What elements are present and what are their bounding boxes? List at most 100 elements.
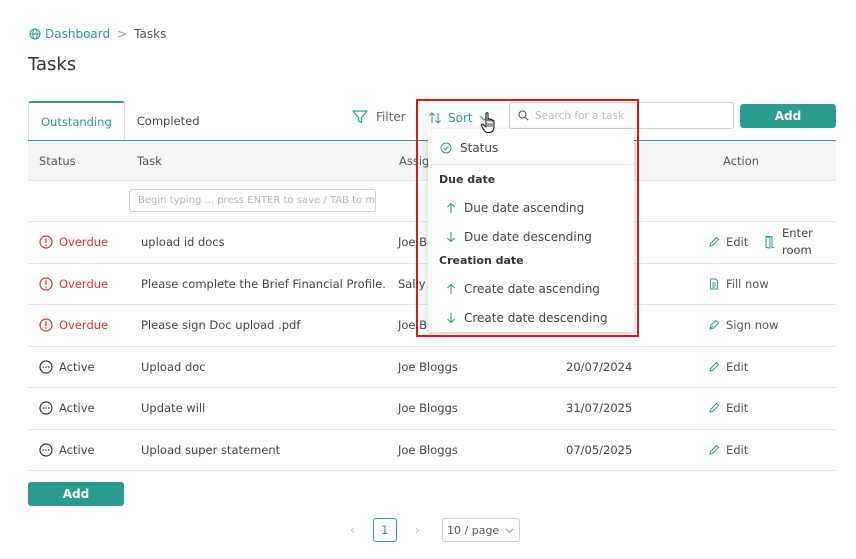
status-label: Active — [59, 401, 95, 416]
alert-circle-icon — [39, 318, 53, 332]
edit-action[interactable]: Edit — [708, 360, 748, 374]
filter-label: Filter — [376, 110, 406, 124]
enter-room-action[interactable]: Enter room — [764, 225, 813, 259]
tab-completed[interactable]: Completed — [125, 101, 212, 140]
arrow-down-icon — [447, 232, 455, 243]
pagination: ‹ 1 › 10 / page — [350, 518, 520, 542]
sort-option-create-desc[interactable]: Create date descending — [428, 305, 634, 331]
assignee: Joe Bloggs — [398, 401, 458, 416]
arrow-up-icon — [447, 202, 455, 213]
filter-icon — [352, 110, 368, 124]
status-cell: Active — [39, 443, 95, 457]
breadcrumb-separator: > — [117, 27, 128, 41]
sort-dropdown-menu: Status Due date Due date ascending Due d… — [428, 129, 634, 332]
page-size-label: 10 / page — [447, 523, 500, 537]
status-label: Overdue — [59, 235, 109, 250]
pencil-icon — [709, 444, 720, 455]
status-cell: Active — [39, 401, 95, 415]
edit-action[interactable]: Edit — [708, 235, 748, 249]
search-input[interactable] — [535, 109, 725, 122]
prev-page-icon[interactable]: ‹ — [350, 523, 355, 537]
search-icon — [518, 110, 529, 121]
page-size-select[interactable]: 10 / page — [441, 518, 520, 542]
sort-option-status[interactable]: Status — [428, 135, 634, 161]
due-date: 20/07/2024 — [566, 359, 633, 374]
sort-label: Sort — [448, 111, 473, 125]
status-label: Overdue — [59, 276, 109, 291]
table-row: Active Upload super statement Joe Bloggs… — [28, 430, 836, 471]
breadcrumb-home-label: Dashboard — [45, 27, 111, 41]
status-cell: Overdue — [39, 277, 108, 291]
header-task: Task — [137, 153, 162, 168]
add-task-bottom-button[interactable]: Add — [28, 482, 124, 506]
status-cell: Active — [39, 360, 95, 374]
hand-cursor-icon — [480, 112, 495, 134]
action-label: Sign now — [726, 318, 779, 333]
new-task-input[interactable] — [129, 189, 376, 212]
document-icon — [710, 278, 718, 290]
group-due-date: Due date — [439, 173, 496, 186]
action-label: Fill now — [726, 276, 769, 291]
add-task-button[interactable]: Add — [740, 104, 836, 128]
check-circle-icon — [440, 142, 452, 154]
arrow-down-icon — [447, 313, 455, 324]
filter-button[interactable]: Filter — [352, 107, 406, 127]
sort-option-label: Status — [460, 141, 499, 155]
sort-icon — [429, 112, 441, 124]
sort-option-due-asc[interactable]: Due date ascending — [428, 195, 634, 221]
edit-action[interactable]: Edit — [708, 443, 748, 457]
sort-option-label: Due date ascending — [464, 201, 585, 215]
task-name: Please complete the Brief Financial Prof… — [141, 276, 386, 291]
tab-bar: Outstanding Completed — [28, 101, 212, 140]
more-circle-icon — [39, 443, 53, 457]
status-cell: Overdue — [39, 235, 108, 249]
page-title: Tasks — [28, 54, 77, 75]
action-label: Edit — [726, 359, 749, 374]
globe-icon — [29, 28, 41, 40]
pencil-icon — [709, 237, 720, 247]
pencil-icon — [709, 361, 720, 372]
enter-room-label: Enter room — [782, 226, 813, 258]
sort-option-create-asc[interactable]: Create date ascending — [428, 276, 634, 302]
status-label: Active — [59, 442, 95, 457]
fill-now-action[interactable]: Fill now — [708, 277, 769, 291]
breadcrumb: Dashboard > Tasks — [29, 27, 166, 41]
group-creation-date: Creation date — [439, 254, 524, 267]
table-row: Active Upload doc Joe Bloggs 20/07/2024 … — [28, 347, 836, 388]
chevron-down-icon — [505, 528, 514, 533]
arrow-up-icon — [447, 283, 455, 294]
header-assignee: Assig — [399, 153, 430, 168]
due-date: 07/05/2025 — [566, 442, 633, 457]
sign-now-action[interactable]: Sign now — [708, 318, 778, 332]
status-label: Active — [59, 359, 95, 374]
sort-option-label: Create date descending — [464, 311, 608, 325]
task-name: upload id docs — [141, 235, 225, 250]
assignee: Joe Bloggs — [398, 442, 458, 457]
assignee: Joe Bloggs — [398, 359, 458, 374]
action-label: Edit — [726, 235, 749, 250]
door-icon — [765, 236, 774, 249]
dropdown-divider — [428, 164, 634, 165]
page-number-button[interactable]: 1 — [372, 518, 397, 542]
sort-option-due-desc[interactable]: Due date descending — [428, 224, 634, 250]
task-name: Update will — [141, 401, 206, 416]
task-name: Upload doc — [141, 359, 206, 374]
breadcrumb-current: Tasks — [134, 27, 167, 41]
edit-action[interactable]: Edit — [708, 401, 748, 415]
due-date: 31/07/2025 — [566, 401, 633, 416]
alert-circle-icon — [39, 235, 53, 249]
search-box[interactable] — [509, 102, 734, 129]
task-name: Upload super statement — [141, 442, 281, 457]
next-page-icon[interactable]: › — [415, 523, 420, 537]
header-action: Action — [723, 153, 760, 168]
status-label: Overdue — [59, 318, 109, 333]
breadcrumb-dashboard-link[interactable]: Dashboard — [29, 27, 110, 41]
task-name: Please sign Doc upload .pdf — [141, 318, 301, 333]
tab-outstanding[interactable]: Outstanding — [28, 101, 125, 140]
pen-nib-icon — [709, 320, 720, 330]
alert-circle-icon — [39, 277, 53, 291]
action-label: Edit — [726, 401, 749, 416]
status-cell: Overdue — [39, 318, 108, 332]
action-label: Edit — [726, 442, 749, 457]
header-status: Status — [39, 153, 76, 168]
